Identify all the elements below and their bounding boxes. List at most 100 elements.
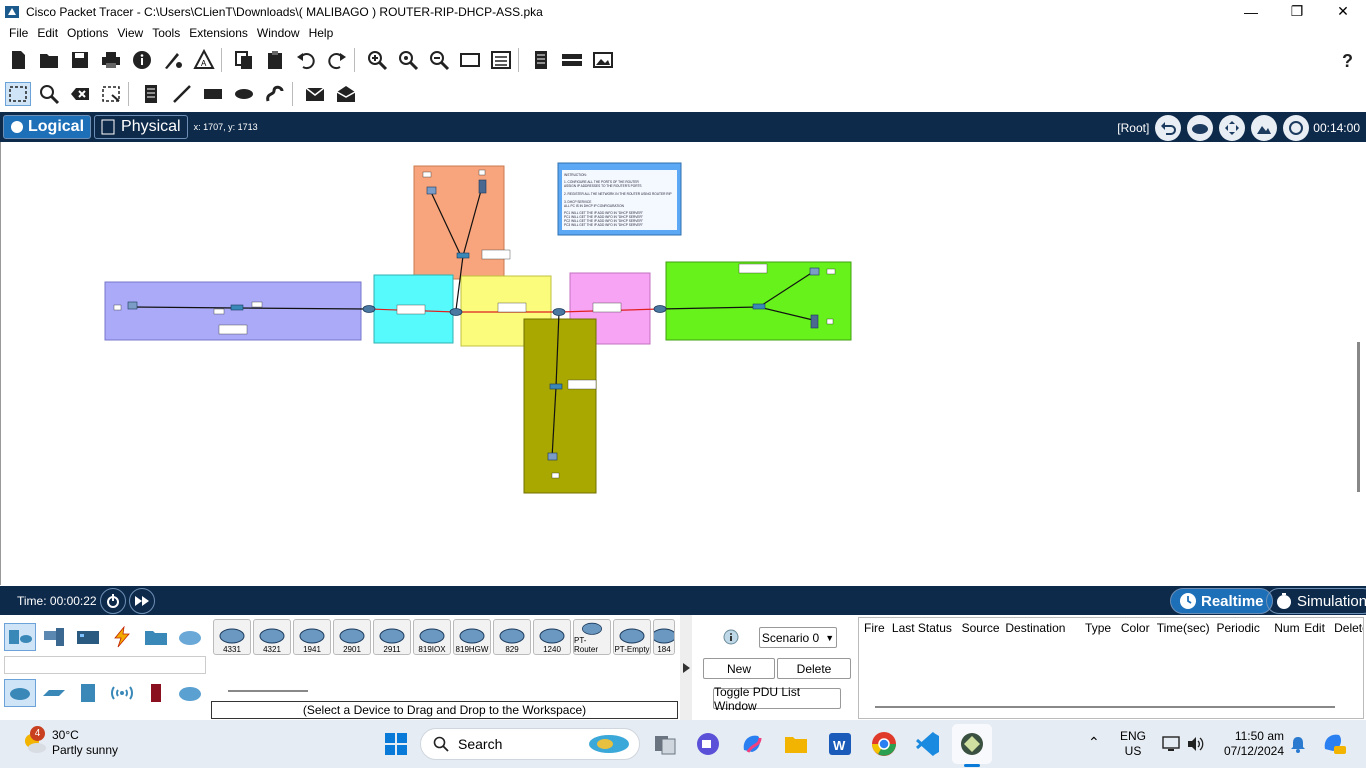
power-cycle-icon[interactable] (99, 587, 126, 614)
screenshot-icon[interactable] (590, 48, 616, 72)
device-4331[interactable]: 4331 (213, 619, 251, 655)
vscode-icon[interactable] (914, 730, 942, 758)
notes-icon[interactable] (528, 48, 554, 72)
server-icon[interactable] (478, 179, 487, 194)
col-periodic[interactable]: Periodic (1211, 621, 1269, 635)
router-icon[interactable] (362, 305, 376, 313)
language-indicator[interactable]: ENG US (1120, 729, 1146, 759)
menu-file[interactable]: File (9, 26, 28, 40)
inspect-icon[interactable] (36, 82, 62, 106)
pdu-table-scrollbar[interactable] (875, 706, 1335, 708)
col-fire[interactable]: Fire (859, 621, 887, 635)
undo-icon[interactable] (293, 48, 319, 72)
network-icon[interactable] (1162, 735, 1180, 753)
task-view-icon[interactable] (651, 730, 679, 758)
menu-options[interactable]: Options (67, 26, 108, 40)
switch-icon[interactable] (549, 383, 563, 390)
pc-icon[interactable] (426, 186, 437, 195)
activity-wizard-icon[interactable] (160, 48, 186, 72)
volume-icon[interactable] (1186, 735, 1204, 753)
help-icon[interactable]: ? (1334, 48, 1360, 72)
menu-help[interactable]: Help (309, 26, 334, 40)
taskbar-search[interactable]: Search (420, 728, 640, 760)
packet-tracer-taskbar-icon[interactable] (958, 730, 986, 758)
resize-shape-icon[interactable] (98, 82, 124, 106)
device-list-scrollbar[interactable] (228, 690, 308, 692)
custom-device-icon[interactable] (488, 48, 514, 72)
file-explorer-icon[interactable] (782, 730, 810, 758)
pc-icon[interactable] (547, 452, 558, 461)
hubs-subcategory-icon[interactable] (72, 679, 104, 707)
menu-view[interactable]: View (117, 26, 143, 40)
word-icon[interactable]: W (826, 730, 854, 758)
zoom-reset-icon[interactable] (395, 48, 421, 72)
server-icon[interactable] (810, 314, 819, 329)
device-1240[interactable]: 1240 (533, 619, 571, 655)
device-819hgw[interactable]: 819HGW (453, 619, 491, 655)
col-edit[interactable]: Edit (1299, 621, 1329, 635)
new-file-icon[interactable] (5, 48, 31, 72)
device-819iox[interactable]: 819IOX (413, 619, 451, 655)
scenario-select[interactable]: Scenario 0 ▼ (759, 627, 837, 648)
save-icon[interactable] (67, 48, 93, 72)
panel-collapse-arrow-icon[interactable] (680, 615, 692, 720)
close-button[interactable]: ✕ (1320, 0, 1366, 23)
draw-line-icon[interactable] (169, 82, 195, 106)
multiuser-category-icon[interactable] (174, 623, 206, 651)
router-icon[interactable] (653, 305, 667, 313)
select-tool-icon[interactable] (5, 82, 31, 106)
switch-icon[interactable] (456, 252, 470, 259)
delete-icon[interactable] (67, 82, 93, 106)
new-scenario-button[interactable]: New (703, 658, 775, 679)
place-note-icon[interactable] (138, 82, 164, 106)
copy-icon[interactable] (231, 48, 257, 72)
switches-subcategory-icon[interactable] (38, 679, 70, 707)
device-1941[interactable]: 1941 (293, 619, 331, 655)
device-2911[interactable]: 2911 (373, 619, 411, 655)
wan-emulation-subcategory-icon[interactable] (174, 679, 206, 707)
fast-forward-icon[interactable] (128, 587, 155, 614)
chrome-icon[interactable] (870, 730, 898, 758)
new-cluster-icon[interactable] (1187, 115, 1214, 141)
device-184[interactable]: 184 (653, 619, 675, 655)
add-simple-pdu-icon[interactable] (302, 82, 328, 106)
menu-tools[interactable]: Tools (152, 26, 180, 40)
viewport-icon[interactable] (1283, 115, 1310, 141)
zoom-in-icon[interactable] (364, 48, 390, 72)
copilot-icon[interactable] (738, 730, 766, 758)
col-num[interactable]: Num (1269, 621, 1299, 635)
menu-window[interactable]: Window (257, 26, 300, 40)
move-object-icon[interactable] (1219, 115, 1246, 141)
device-829[interactable]: 829 (493, 619, 531, 655)
draw-rectangle-icon[interactable] (200, 82, 226, 106)
network-info-icon[interactable]: A (191, 48, 217, 72)
switch-icon[interactable] (752, 303, 766, 310)
menu-edit[interactable]: Edit (37, 26, 58, 40)
notification-bell-icon[interactable] (1290, 735, 1306, 753)
device-template-icon[interactable] (559, 48, 585, 72)
device-2901[interactable]: 2901 (333, 619, 371, 655)
simulation-mode-button[interactable]: Simulation (1266, 588, 1366, 614)
workspace-scrollbar[interactable] (1357, 342, 1360, 492)
device-pt-router[interactable]: PT-Router (573, 619, 611, 655)
scenario-info-icon[interactable] (723, 629, 739, 645)
print-icon[interactable] (98, 48, 124, 72)
components-category-icon[interactable] (72, 623, 104, 651)
redo-icon[interactable] (324, 48, 350, 72)
security-subcategory-icon[interactable] (140, 679, 172, 707)
windows-start-icon[interactable] (382, 730, 410, 758)
col-destination[interactable]: Destination (1000, 621, 1080, 635)
router-icon[interactable] (449, 308, 463, 316)
col-delete[interactable]: Delete (1329, 621, 1363, 635)
router-icon[interactable] (552, 308, 566, 316)
pc-icon[interactable] (127, 301, 138, 310)
connections-category-icon[interactable] (106, 623, 138, 651)
network-devices-category-icon[interactable] (4, 623, 36, 651)
realtime-mode-button[interactable]: Realtime (1170, 588, 1273, 614)
draw-ellipse-icon[interactable] (231, 82, 257, 106)
copilot-preview-icon[interactable] (1320, 729, 1348, 757)
minimize-button[interactable]: — (1228, 0, 1274, 23)
device-pt-empty[interactable]: PT-Empty (613, 619, 651, 655)
root-label[interactable]: [Root] (1117, 121, 1149, 135)
info-icon[interactable] (129, 48, 155, 72)
